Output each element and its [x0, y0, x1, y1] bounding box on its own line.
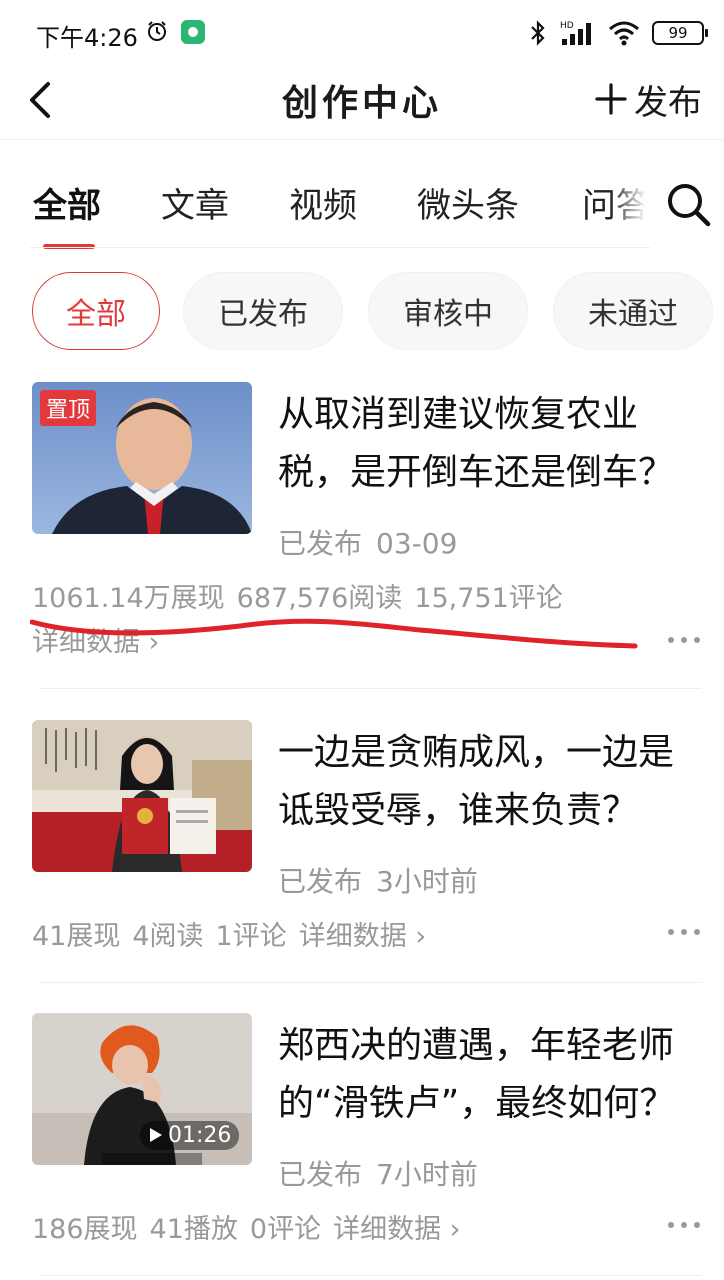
impressions-count: 186展现	[32, 1214, 138, 1245]
filter-rejected[interactable]: 未通过	[553, 272, 713, 350]
app-notification-icon	[181, 20, 205, 44]
plus-icon	[595, 83, 627, 115]
search-icon[interactable]	[664, 180, 714, 230]
article-time: 7小时前	[376, 1158, 478, 1191]
article-status: 已发布	[278, 527, 363, 560]
article-title[interactable]: 一边是贪贿成风，一边是诋毁受辱，谁来负责？	[278, 724, 698, 840]
tab-bar: 全部 文章 视频 微头条 问答	[0, 160, 724, 250]
filter-published[interactable]: 已发布	[183, 272, 343, 350]
list-item[interactable]: 一边是贪贿成风，一边是诋毁受辱，谁来负责？ 已发布 3小时前 41展现 4阅读 1评论…	[0, 720, 724, 970]
article-status: 已发布	[278, 865, 363, 898]
tab-articles[interactable]: 文章	[161, 178, 229, 227]
bluetooth-icon	[531, 20, 545, 46]
video-thumbnail: 01:26	[32, 1013, 252, 1165]
article-thumbnail: 置顶	[32, 382, 252, 534]
publish-label: 发布	[634, 82, 702, 123]
article-title[interactable]: 郑西决的遭遇，年轻老师的“滑铁卢”，最终如何？	[278, 1017, 698, 1133]
tab-videos[interactable]: 视频	[289, 178, 357, 227]
article-title[interactable]: 从取消到建议恢复农业税，是开倒车还是倒车？	[278, 386, 698, 502]
battery-indicator: 99	[652, 21, 708, 45]
wifi-icon	[609, 21, 639, 46]
detail-data-link[interactable]: 详细数据 ›	[299, 921, 426, 952]
article-status: 已发布	[278, 1158, 363, 1191]
alarm-icon	[148, 21, 166, 41]
article-time: 03-09	[376, 527, 458, 560]
comments-count: 0评论	[249, 1214, 322, 1245]
plays-count: 41播放	[149, 1214, 238, 1245]
detail-data-link[interactable]: 详细数据 ›	[333, 1214, 460, 1245]
more-options-icon[interactable]	[666, 1219, 702, 1231]
article-stats: 186展现 41播放 0评论 详细数据 ›	[32, 1207, 460, 1246]
more-options-icon[interactable]	[666, 634, 702, 646]
pinned-badge: 置顶	[40, 390, 97, 426]
status-time: 下午4:26	[36, 24, 138, 52]
list-item[interactable]: 01:26 郑西决的遭遇，年轻老师的“滑铁卢”，最终如何？ 已发布 7小时前 18…	[0, 1013, 724, 1263]
article-stats: 41展现 4阅读 1评论 详细数据 ›	[32, 914, 426, 953]
publish-button[interactable]: 发布	[594, 74, 702, 124]
red-underline-annotation	[30, 618, 638, 649]
impressions-count: 41展现	[32, 921, 121, 952]
filter-under-review[interactable]: 审核中	[368, 272, 528, 350]
video-duration: 01:26	[140, 1121, 240, 1150]
status-bar: 下午4:26 HD 99	[0, 0, 724, 64]
article-time: 3小时前	[376, 865, 478, 898]
header: 创作中心 发布	[0, 64, 724, 140]
svg-text:HD: HD	[560, 21, 574, 31]
filter-all[interactable]: 全部	[32, 272, 160, 350]
comments-count: 1评论	[215, 921, 287, 952]
tab-all[interactable]: 全部	[33, 178, 101, 227]
article-thumbnail	[32, 720, 252, 872]
signal-icon: HD	[560, 21, 591, 45]
reads-count: 4阅读	[132, 921, 204, 952]
filter-chips: 全部 已发布 审核中 未通过	[0, 272, 724, 352]
tab-micro-posts[interactable]: 微头条	[417, 178, 519, 227]
more-options-icon[interactable]	[666, 926, 702, 938]
